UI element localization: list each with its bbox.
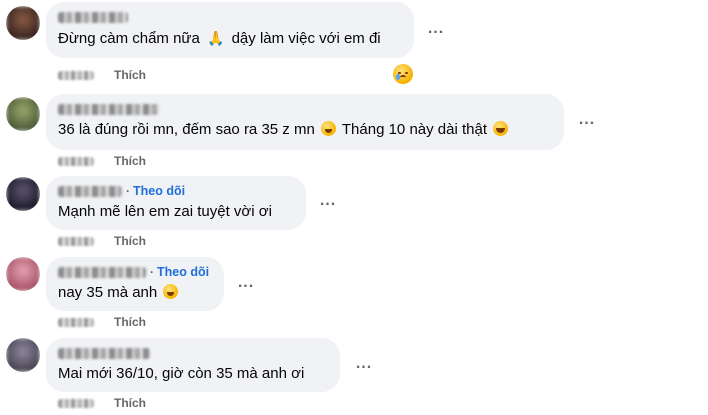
smile-emoji-icon [163, 284, 179, 299]
comment-actions: Thích [58, 153, 146, 169]
timestamp[interactable] [58, 236, 94, 246]
comment-text: Mai mới 36/10, giờ còn 35 mà anh ơi [58, 365, 305, 382]
more-options-icon[interactable]: ... [350, 353, 378, 381]
comment-actions: Thích [58, 67, 146, 83]
avatar[interactable] [6, 177, 40, 211]
author-name[interactable] [58, 101, 552, 117]
author-name[interactable]: · Theo dõi [58, 183, 294, 199]
timestamp[interactable] [58, 398, 94, 408]
comment-actions: Thích [58, 233, 146, 249]
avatar[interactable] [6, 97, 40, 131]
comment-actions: Thích [58, 395, 146, 411]
smile-emoji-icon [320, 121, 336, 136]
more-options-icon[interactable]: ... [314, 190, 342, 218]
comment-bubble: Mai mới 36/10, giờ còn 35 mà anh ơi [46, 338, 340, 392]
author-name[interactable] [58, 345, 328, 361]
avatar[interactable] [6, 6, 40, 40]
more-options-icon[interactable]: ... [573, 109, 601, 137]
follow-button[interactable]: Theo dõi [157, 264, 209, 280]
comment-text: Đừng càm chẩm nữa 🙏 dậy làm việc với em … [58, 30, 381, 47]
follow-button[interactable]: Theo dõi [133, 183, 185, 199]
comment-bubble: · Theo dõi Mạnh mẽ lên em zai tuyệt vời … [46, 176, 306, 230]
like-button[interactable]: Thích [114, 67, 146, 83]
comment-actions: Thích [58, 314, 146, 330]
more-options-icon[interactable]: ... [422, 18, 450, 46]
author-name[interactable]: · Theo dõi [58, 264, 212, 280]
comment-bubble: Đừng càm chẩm nữa 🙏 dậy làm việc với em … [46, 2, 414, 58]
like-button[interactable]: Thích [114, 314, 146, 330]
comment-text: nay 35 mà anh [58, 283, 212, 303]
avatar[interactable] [6, 257, 40, 291]
pray-emoji-icon: 🙏 [206, 30, 225, 46]
laugh-emoji-icon [493, 121, 509, 136]
sad-reaction-icon[interactable] [393, 64, 413, 84]
like-button[interactable]: Thích [114, 395, 146, 411]
comment-bubble: · Theo dõi nay 35 mà anh [46, 257, 224, 311]
author-name[interactable] [58, 9, 402, 25]
timestamp[interactable] [58, 70, 94, 80]
like-button[interactable]: Thích [114, 233, 146, 249]
timestamp[interactable] [58, 156, 94, 166]
comment-text: Mạnh mẽ lên em zai tuyệt vời ơi [58, 203, 272, 220]
comment-text: 36 là đúng rồi mn, đếm sao ra 35 z mn Th… [58, 120, 552, 140]
avatar[interactable] [6, 338, 40, 372]
comment-bubble: 36 là đúng rồi mn, đếm sao ra 35 z mn Th… [46, 94, 564, 150]
more-options-icon[interactable]: ... [232, 272, 260, 300]
like-button[interactable]: Thích [114, 153, 146, 169]
timestamp[interactable] [58, 317, 94, 327]
